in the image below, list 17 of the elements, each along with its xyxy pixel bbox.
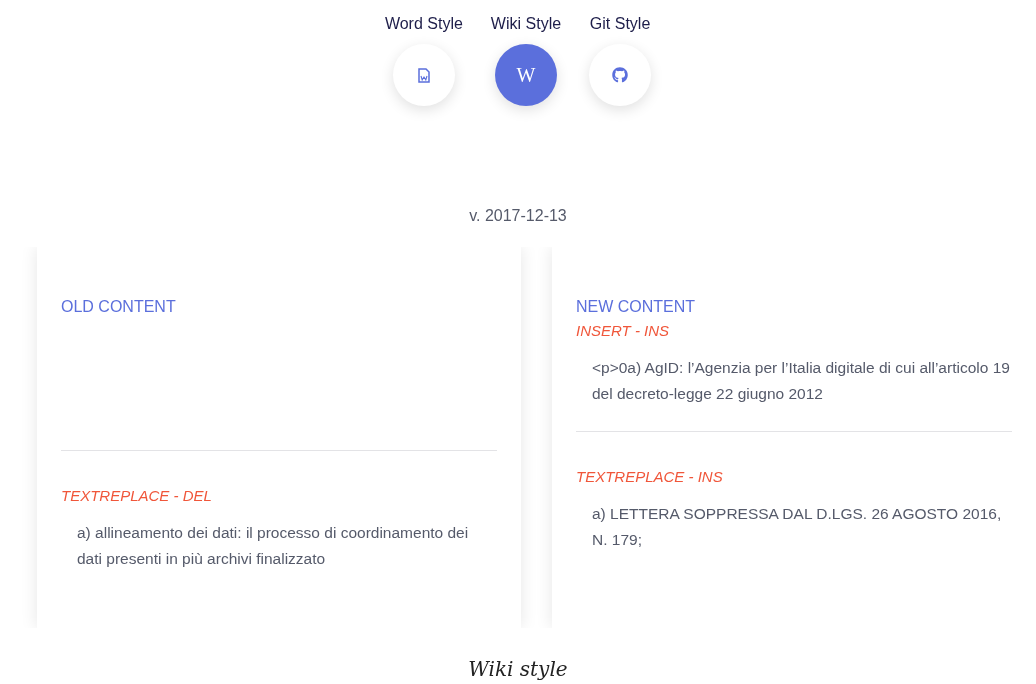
change-text: a) allineamento dei dati: il processo di coordinamento dei dati presenti in più archivi finalizzato xyxy=(76,523,470,569)
caption: Wiki style xyxy=(468,656,568,683)
card-title: OLD CONTENT xyxy=(61,297,177,317)
style-button[interactable]: W xyxy=(494,44,557,106)
change-label: INSERT - INS xyxy=(576,321,671,341)
change-text: <p>0a) AgID: l’Agenzia per l’Italia digitale di cui all’articolo 19 del decreto-legge 22 giugno 2012 xyxy=(591,358,1011,404)
style-label: Word Style xyxy=(384,14,463,34)
document-icon xyxy=(417,67,430,83)
change-label: TEXTREPLACE - INS xyxy=(576,467,724,487)
style-label: Git Style xyxy=(589,14,651,34)
card-title: NEW CONTENT xyxy=(576,297,697,317)
change-text: a) LETTERA SOPPRESSA DAL D.LGS. 26 AGOSTO 2016, N. 179; xyxy=(591,504,1003,550)
wiki-glyph: W xyxy=(516,65,536,85)
change-label: TEXTREPLACE - DEL xyxy=(61,486,213,506)
style-label: Wiki Style xyxy=(490,14,562,34)
version-label: v. 2017-12-13 xyxy=(469,206,567,226)
github-icon xyxy=(612,67,629,83)
